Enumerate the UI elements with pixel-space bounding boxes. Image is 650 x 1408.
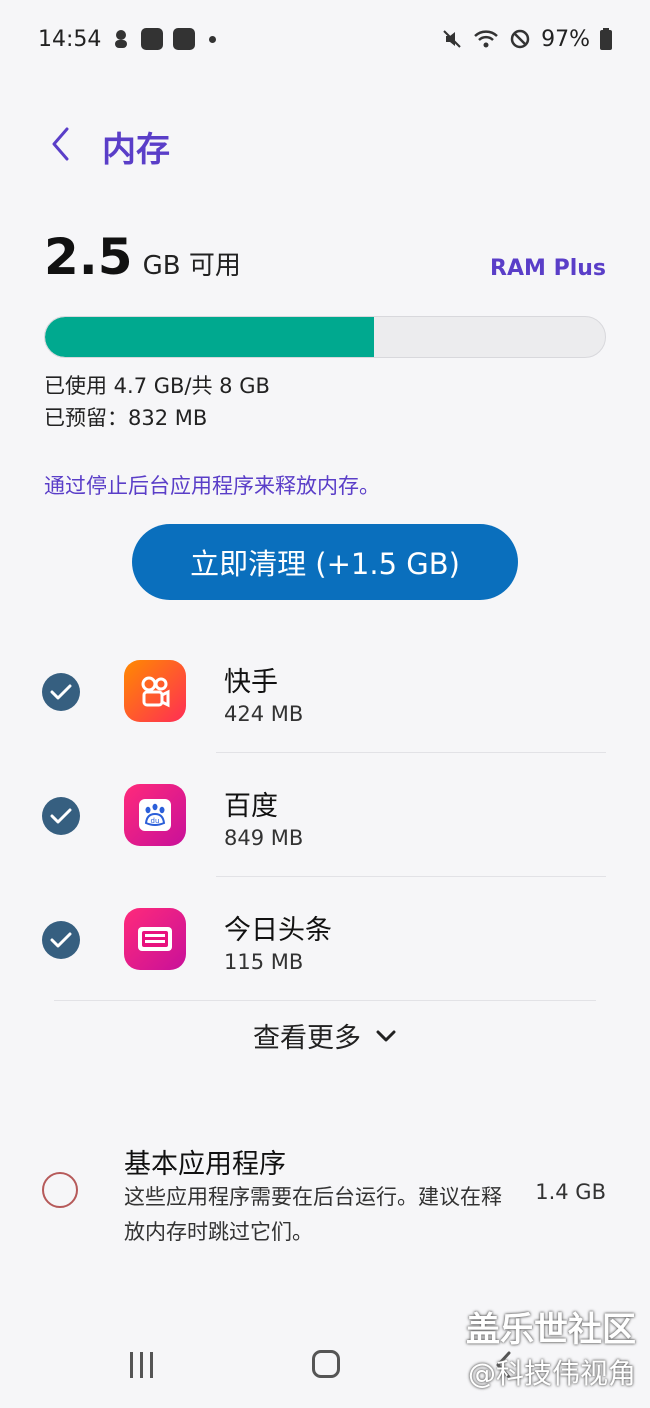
app-row-baidu[interactable]: du 百度 849 MB	[0, 754, 650, 876]
status-bar: 14:54 97%	[0, 0, 650, 78]
free-memory-hint: 通过停止后台应用程序来释放内存。	[44, 474, 380, 498]
kuaishou-icon	[124, 660, 186, 722]
notification-icon	[111, 28, 131, 50]
app-checkbox[interactable]	[42, 921, 80, 959]
app-size: 424 MB	[224, 702, 304, 726]
see-more-button[interactable]: 查看更多	[0, 1016, 650, 1055]
app-size: 849 MB	[224, 826, 304, 850]
app-name: 快手	[224, 667, 278, 698]
app-checkbox[interactable]	[42, 797, 80, 835]
app-icon	[173, 28, 196, 50]
essential-apps-title: 基本应用程序	[124, 1149, 286, 1180]
app-checkbox[interactable]	[42, 673, 80, 711]
available-value: 2.5	[44, 228, 133, 286]
memory-usage-fill	[45, 317, 374, 357]
chevron-down-icon	[375, 1029, 397, 1043]
available-unit: GB 可用	[142, 251, 241, 281]
ram-plus-link[interactable]: RAM Plus	[490, 256, 606, 281]
app-icon	[141, 28, 164, 50]
essential-apps-size: 1.4 GB	[535, 1180, 606, 1204]
app-name: 今日头条	[224, 915, 332, 946]
wifi-icon	[473, 28, 499, 50]
check-icon	[50, 932, 72, 948]
dnd-icon	[509, 28, 531, 50]
memory-usage-bar	[44, 316, 606, 358]
see-more-label: 查看更多	[253, 1023, 361, 1054]
app-name: 百度	[224, 791, 278, 822]
status-time: 14:54	[38, 26, 102, 52]
memory-available: 2.5 GB 可用	[44, 228, 241, 286]
essential-apps-description: 这些应用程序需要在后台运行。建议在释放内存时跳过它们。	[124, 1185, 502, 1244]
status-left: 14:54	[38, 26, 217, 52]
app-size: 115 MB	[224, 950, 304, 974]
recent-apps-button[interactable]	[130, 1352, 153, 1378]
home-button[interactable]	[312, 1350, 340, 1378]
check-icon	[50, 808, 72, 824]
baidu-icon: du	[124, 784, 186, 846]
status-right: 97%	[441, 27, 612, 52]
app-row-kuaishou[interactable]: 快手 424 MB	[0, 630, 650, 752]
divider	[54, 1000, 596, 1001]
divider	[216, 876, 606, 877]
watermark-title: 盖乐世社区	[466, 1310, 636, 1350]
check-icon	[50, 684, 72, 700]
chevron-left-icon	[49, 126, 71, 166]
dot-icon	[209, 35, 217, 43]
memory-used-text: 已使用 4.7 GB/共 8 GB	[44, 374, 270, 398]
clean-now-button[interactable]: 立即清理 (+1.5 GB)	[132, 524, 518, 600]
essential-apps-checkbox[interactable]	[42, 1172, 78, 1208]
watermark-handle: @科技伟视角	[467, 1357, 636, 1390]
mute-icon	[441, 28, 463, 50]
page-title: 内存	[102, 129, 170, 170]
memory-screen: 14:54 97% 内存 2.5 GB 可用 RAM Plus 已使用 4.7 …	[0, 0, 650, 1408]
header: 内存	[40, 118, 170, 174]
battery-percent: 97%	[541, 26, 590, 52]
battery-icon	[600, 28, 612, 50]
toutiao-icon	[124, 908, 186, 970]
divider	[216, 752, 606, 753]
memory-reserved-text: 已预留：832 MB	[44, 406, 208, 430]
back-button[interactable]	[40, 118, 80, 174]
svg-text:du: du	[151, 817, 160, 825]
app-row-toutiao[interactable]: 今日头条 115 MB	[0, 878, 650, 1000]
